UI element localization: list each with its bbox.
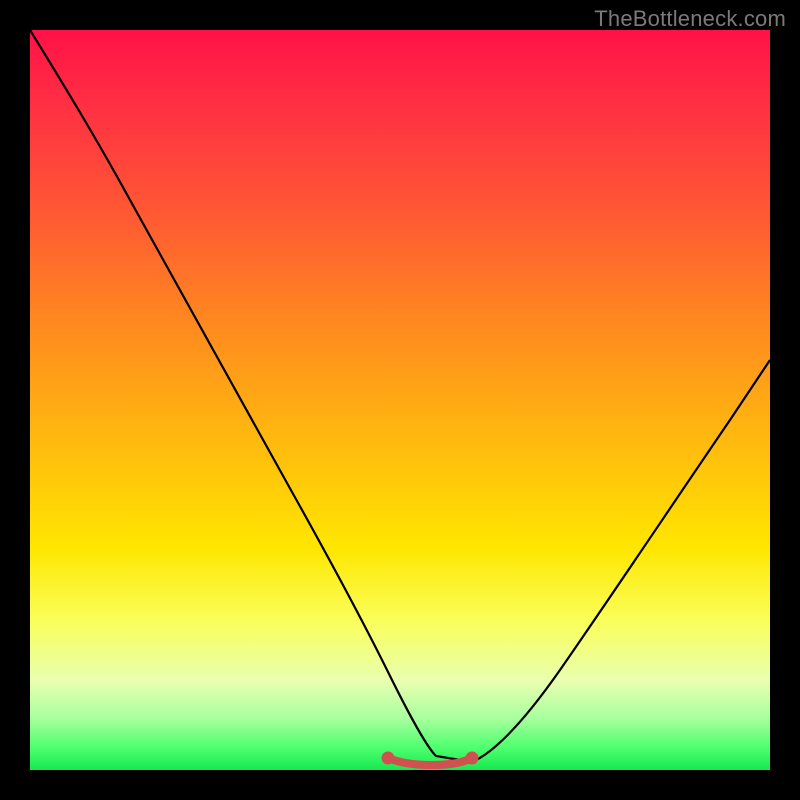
chart-svg <box>30 30 770 770</box>
red-dot-left <box>382 752 395 765</box>
plot-area <box>30 30 770 770</box>
chart-frame: TheBottleneck.com <box>0 0 800 800</box>
watermark-label: TheBottleneck.com <box>594 6 786 32</box>
black-curve <box>30 30 770 762</box>
red-dot-right <box>466 752 479 765</box>
red-flat-segment <box>388 758 472 765</box>
